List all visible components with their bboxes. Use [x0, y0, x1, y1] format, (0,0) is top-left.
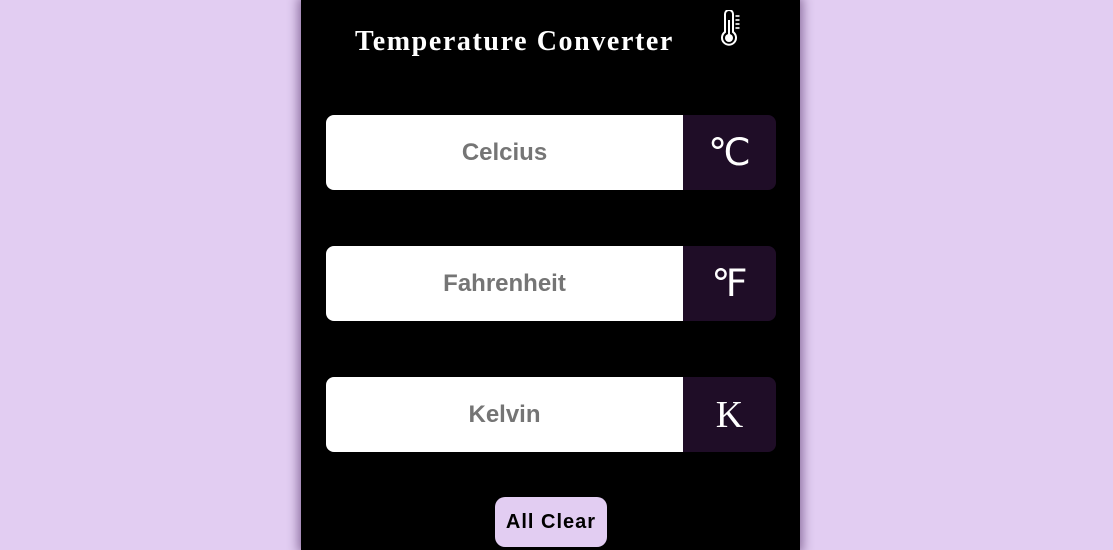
celsius-unit-label: ℃: [683, 115, 776, 190]
celsius-field: ℃: [326, 115, 776, 190]
kelvin-field: K: [326, 377, 776, 452]
kelvin-unit-label: K: [683, 377, 776, 452]
celsius-input[interactable]: [326, 115, 683, 190]
page-title: Temperature Converter: [355, 26, 674, 57]
kelvin-input[interactable]: [326, 377, 683, 452]
thermometer-icon: [714, 9, 744, 50]
all-clear-button[interactable]: All Clear: [495, 497, 607, 547]
fahrenheit-input[interactable]: [326, 246, 683, 321]
fahrenheit-unit-label: ℉: [683, 246, 776, 321]
converter-panel: Temperature Converter ℃ ℉ K All Clear: [301, 0, 800, 550]
header: Temperature Converter: [301, 9, 800, 62]
fahrenheit-field: ℉: [326, 246, 776, 321]
